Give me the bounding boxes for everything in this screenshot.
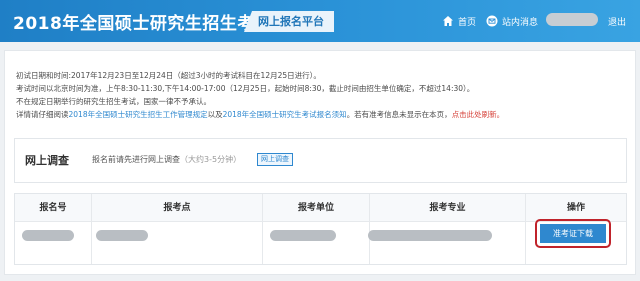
note-details: 详情请仔细阅读2018年全国硕士研究生招生工作管理规定以及2018年全国硕士研究…: [16, 110, 505, 119]
nav-logout[interactable]: 退出: [608, 0, 626, 42]
header-exam-site: 报考点: [163, 203, 191, 213]
top-header: 2018年全国硕士研究生招生考试 网上报名平台 首页 站内消息 退出: [0, 0, 640, 42]
note-exam-time: 考试时间以北京时间为准，上午8:30-11:30,下午14:00-17:00（1…: [16, 84, 475, 93]
header-action: 操作: [566, 203, 585, 213]
registration-no-redacted: [22, 230, 74, 241]
user-name-redacted: [546, 13, 598, 26]
note-official: 不在规定日期举行的研究生招生考试，国家一律不予承认。: [16, 97, 211, 106]
note-exam-date: 初试日期和时间:2017年12月23日至12月24日（超过3小时的考试科目在12…: [16, 71, 321, 80]
nav-home-label: 首页: [458, 17, 477, 28]
header-institution: 报考单位: [297, 203, 334, 213]
institution-redacted: [270, 230, 336, 241]
survey-duration: （大约3-5分钟）: [180, 155, 242, 164]
admission-ticket-download-button[interactable]: 准考证下载: [540, 224, 606, 243]
table-header: 报名号 报考点 报考单位 报考专业 操作: [15, 194, 626, 222]
survey-button[interactable]: 网上调查: [257, 153, 293, 166]
column-divider: [91, 194, 92, 264]
registration-notice-link[interactable]: 2018年全国硕士研究生考试报名须知: [223, 110, 347, 119]
column-divider: [369, 194, 370, 264]
exam-site-redacted: [96, 230, 148, 241]
refresh-link[interactable]: 点击此处刷新。: [452, 110, 505, 119]
nav-messages[interactable]: 站内消息: [486, 0, 538, 42]
survey-title: 网上调查: [25, 154, 69, 167]
header-major: 报考专业: [429, 203, 466, 213]
envelope-icon: [486, 15, 498, 27]
nav-home[interactable]: 首页: [442, 0, 476, 42]
major-redacted: [368, 230, 492, 241]
column-divider: [262, 194, 263, 264]
platform-tag: 网上报名平台: [244, 11, 334, 32]
survey-section: 网上调查 报名前请先进行网上调查（大约3-5分钟） 网上调查: [14, 138, 627, 183]
site-title: 2018年全国硕士研究生招生考试: [13, 14, 273, 34]
column-divider: [525, 194, 526, 264]
header-registration-no: 报名号: [39, 203, 67, 213]
nav-messages-label: 站内消息: [502, 17, 539, 28]
exam-notes: 初试日期和时间:2017年12月23日至12月24日（超过3小时的考试科目在12…: [16, 69, 626, 121]
home-icon: [443, 16, 453, 26]
survey-description: 报名前请先进行网上调查（大约3-5分钟）: [92, 155, 242, 164]
regulation-link[interactable]: 2018年全国硕士研究生招生工作管理规定: [69, 110, 208, 119]
